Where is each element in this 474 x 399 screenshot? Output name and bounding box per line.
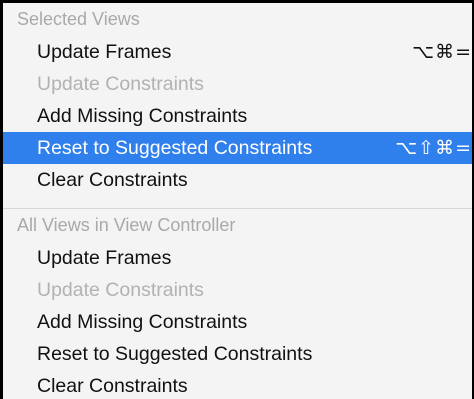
menu-item-add-missing-constraints[interactable]: Add Missing Constraints	[3, 100, 472, 132]
menu-item-label: Add Missing Constraints	[37, 311, 248, 333]
menu-item-add-missing-constraints[interactable]: Add Missing Constraints	[3, 306, 472, 338]
section-header: All Views in View Controller	[17, 215, 236, 235]
menu-item-update-frames[interactable]: Update Frames	[3, 242, 472, 274]
menu-item-clear-constraints[interactable]: Clear Constraints	[3, 370, 472, 399]
section-header: Selected Views	[17, 9, 140, 29]
menu-item-label: Reset to Suggested Constraints	[37, 137, 313, 159]
menu-item-label: Reset to Suggested Constraints	[37, 343, 313, 365]
menu-item-label: Update Frames	[37, 247, 172, 269]
menu-item-update-frames[interactable]: Update Frames ⌥⌘=	[3, 36, 472, 68]
menu-item-reset-to-suggested-constraints[interactable]: Reset to Suggested Constraints ⌥⇧⌘=	[3, 132, 472, 164]
menu-item-reset-to-suggested-constraints[interactable]: Reset to Suggested Constraints	[3, 338, 472, 370]
menu-item-label: Update Frames	[37, 41, 172, 63]
menu-item-label: Update Constraints	[37, 279, 204, 301]
keyboard-shortcut: ⌥⌘=	[412, 41, 472, 63]
section-selected-views: Selected Views Update Frames ⌥⌘= Update …	[3, 3, 472, 196]
menu-item-clear-constraints[interactable]: Clear Constraints	[3, 164, 472, 196]
menu-item-label: Add Missing Constraints	[37, 105, 248, 127]
menu-item-label: Clear Constraints	[37, 169, 188, 191]
menu-item-update-constraints: Update Constraints	[3, 274, 472, 306]
section-all-views-in-view-controller: All Views in View Controller Update Fram…	[3, 209, 472, 399]
menu-item-label: Clear Constraints	[37, 375, 188, 397]
menu-item-label: Update Constraints	[37, 73, 204, 95]
keyboard-shortcut: ⌥⇧⌘=	[395, 137, 472, 159]
menu-item-update-constraints: Update Constraints	[3, 68, 472, 100]
resolve-auto-layout-menu: Selected Views Update Frames ⌥⌘= Update …	[0, 0, 474, 399]
